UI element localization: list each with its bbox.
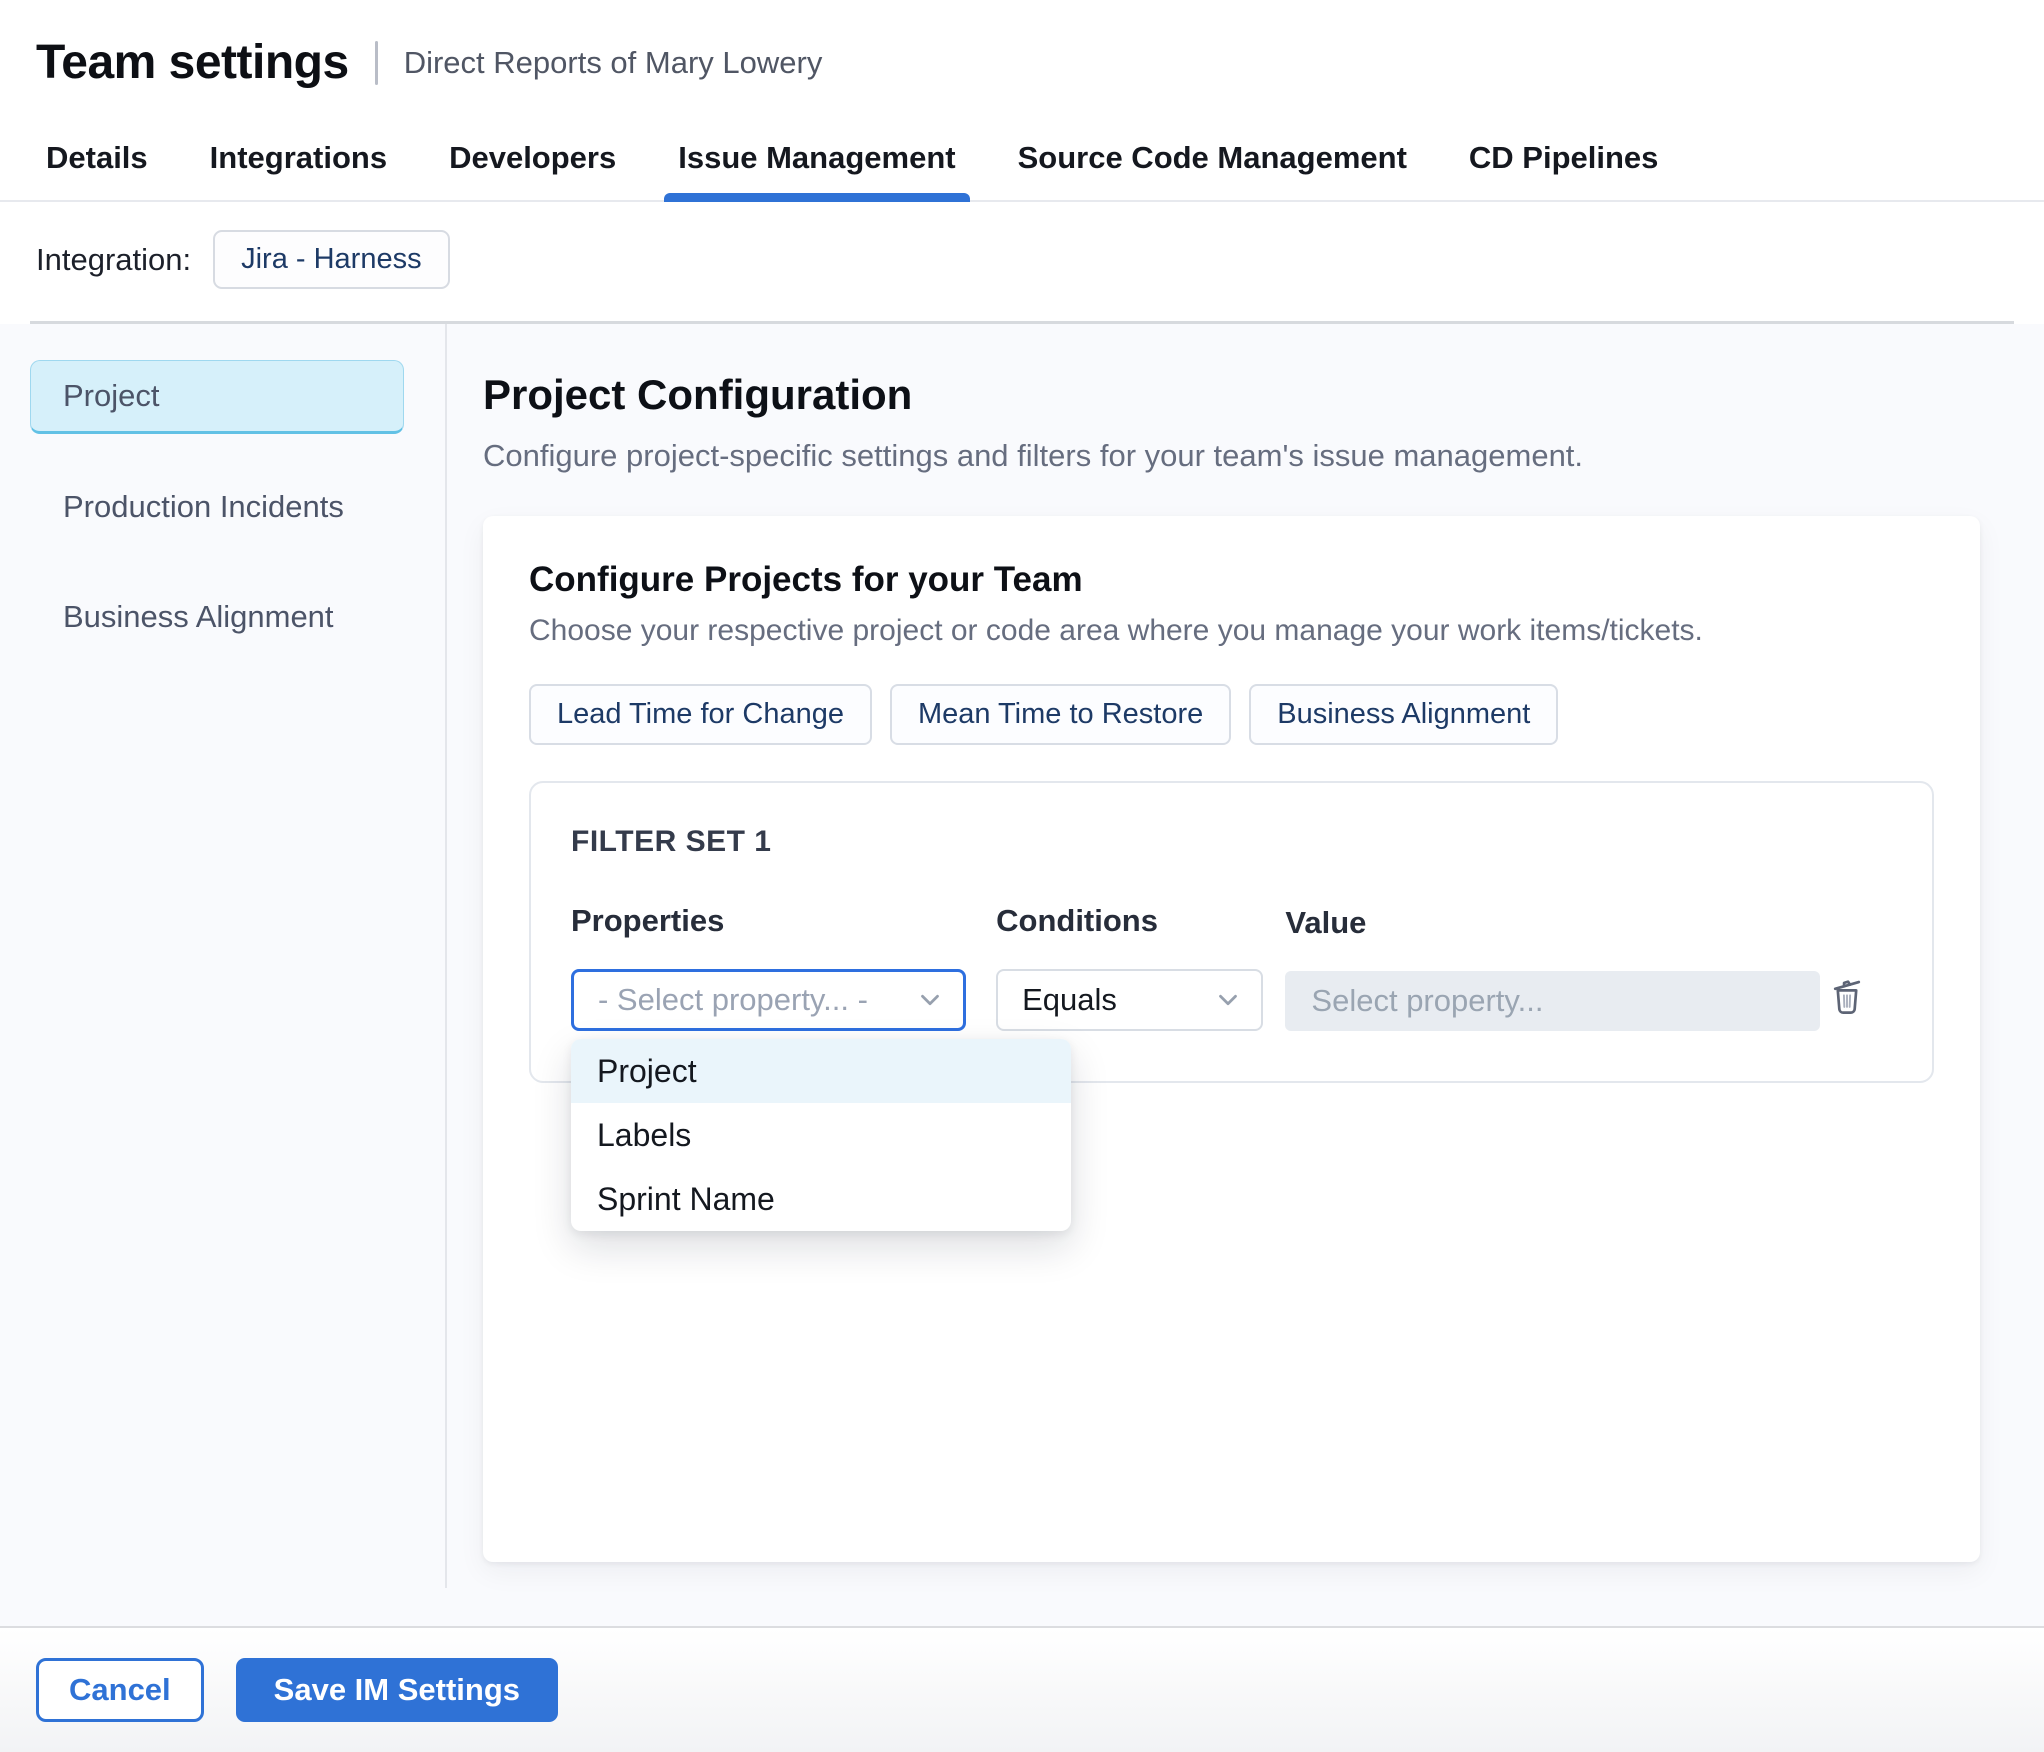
condition-select[interactable]: Equals [996,969,1264,1031]
configure-projects-card: Configure Projects for your Team Choose … [483,516,1980,1562]
chip-mean-time-to-restore[interactable]: Mean Time to Restore [889,684,1232,745]
tab-details[interactable]: Details [42,116,152,200]
value-header: Value [1285,905,1367,940]
property-select-value: - Select property... - [598,982,868,1017]
page-title: Team settings [36,36,349,89]
integration-label: Integration: [36,241,192,277]
tab-source-code-management[interactable]: Source Code Management [1014,116,1411,200]
trash-icon [1824,980,1870,1021]
property-dropdown: Project Labels Sprint Name [571,1039,1071,1231]
main-panel: Project Configuration Configure project-… [447,324,2044,1626]
properties-column: Properties - Select property... - Projec… [571,903,1071,1231]
property-select[interactable]: - Select property... - [571,969,967,1031]
condition-select-value: Equals [1022,982,1117,1017]
tab-developers[interactable]: Developers [445,116,620,200]
filter-set-panel: FILTER SET 1 Properties - Select propert… [529,781,1934,1231]
page-subtitle: Direct Reports of Mary Lowery [403,45,823,80]
chevron-down-icon [1213,985,1243,1015]
section-title: Project Configuration [483,371,913,418]
dropdown-option-labels[interactable]: Labels [571,1103,1071,1167]
sidebar-item-business-alignment[interactable]: Business Alignment [30,580,404,654]
tab-integrations[interactable]: Integrations [206,116,391,200]
sidebar-item-project[interactable]: Project [30,360,404,434]
card-subtitle: Choose your respective project or code a… [529,614,1703,647]
footer-bar: Cancel Save IM Settings [0,1626,2044,1752]
cancel-button[interactable]: Cancel [36,1658,204,1722]
properties-header: Properties [571,903,725,938]
value-input[interactable] [1285,971,1820,1031]
dropdown-option-sprint-name[interactable]: Sprint Name [571,1167,1071,1231]
tab-bar: Details Integrations Developers Issue Ma… [0,116,2044,202]
metric-chip-row: Lead Time for Change Mean Time to Restor… [529,684,1934,745]
sidebar-item-label: Project [63,378,160,413]
tab-cd-pipelines[interactable]: CD Pipelines [1465,116,1663,200]
dropdown-option-project[interactable]: Project [571,1039,1071,1103]
sidebar-item-label: Production Incidents [63,489,344,524]
conditions-header: Conditions [996,903,1158,938]
sidebar-item-label: Business Alignment [63,599,334,634]
sidebar-item-production-incidents[interactable]: Production Incidents [30,470,404,544]
integration-row: Integration: Jira - Harness [0,202,2044,321]
team-settings-page: Team settings Direct Reports of Mary Low… [0,0,2044,1752]
filter-set-title: FILTER SET 1 [571,825,772,858]
chip-business-alignment[interactable]: Business Alignment [1249,684,1559,745]
card-title: Configure Projects for your Team [529,560,1083,599]
filter-row: Properties - Select property... - Projec… [571,903,1892,1231]
chevron-down-icon [915,985,945,1015]
title-divider [374,41,378,85]
content-area: Project Production Incidents Business Al… [0,324,2044,1626]
value-column: Value [1285,905,1820,1031]
chip-lead-time-for-change[interactable]: Lead Time for Change [529,684,872,745]
integration-chip[interactable]: Jira - Harness [213,230,450,289]
sidebar: Project Production Incidents Business Al… [0,324,447,1588]
save-im-settings-button[interactable]: Save IM Settings [235,1658,559,1722]
conditions-column: Conditions Equals [996,903,1264,1031]
delete-filter-button[interactable] [1820,968,1874,1025]
tab-issue-management[interactable]: Issue Management [664,116,970,202]
section-subtitle: Configure project-specific settings and … [483,438,1584,473]
page-header: Team settings Direct Reports of Mary Low… [0,0,2044,116]
